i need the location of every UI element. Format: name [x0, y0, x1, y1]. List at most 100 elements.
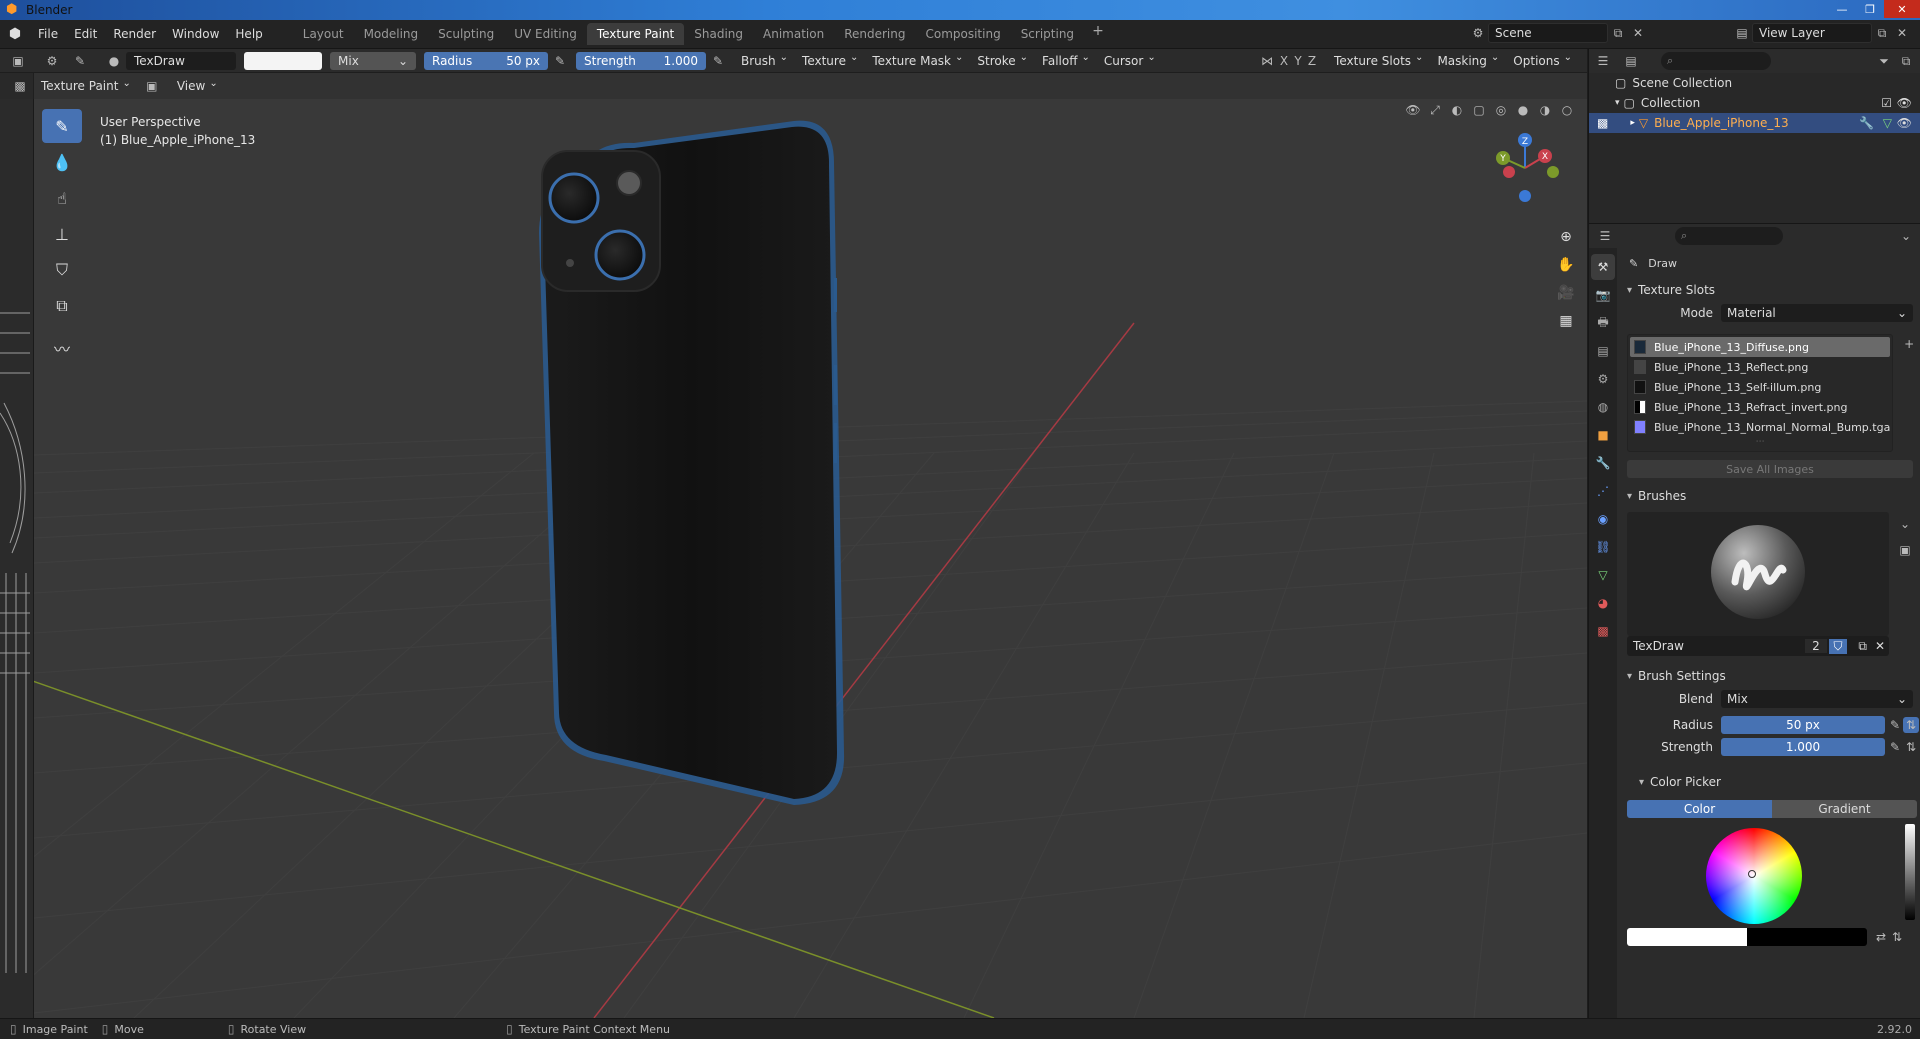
- add-slot-icon[interactable]: +: [1899, 334, 1919, 354]
- data-tab-icon[interactable]: ▽: [1591, 562, 1615, 588]
- expand-icon[interactable]: ▸: [1630, 118, 1635, 128]
- menu-help[interactable]: Help: [227, 23, 270, 45]
- remove-scene-icon[interactable]: ✕: [1628, 23, 1648, 43]
- minimize-icon[interactable]: —: [1828, 0, 1856, 18]
- radius-unified-icon[interactable]: ⇅: [1903, 717, 1919, 733]
- swap-colors-icon[interactable]: ⇄: [1873, 927, 1889, 947]
- wireframe-shading-icon[interactable]: ◎: [1491, 100, 1511, 120]
- properties-search[interactable]: ⌕: [1675, 227, 1783, 245]
- symmetry-y[interactable]: Y: [1291, 51, 1305, 71]
- save-all-images-button[interactable]: Save All Images: [1627, 460, 1913, 478]
- symmetry-x[interactable]: X: [1277, 51, 1291, 71]
- scene-icon[interactable]: ⚙: [1468, 23, 1488, 43]
- zoom-icon[interactable]: ⊕: [1553, 223, 1579, 251]
- properties-editor-icon[interactable]: ☰: [1595, 226, 1615, 246]
- stroke-dropdown[interactable]: Stroke: [970, 54, 1035, 68]
- tool-icon[interactable]: ⚙: [42, 51, 62, 71]
- strength-pressure-icon[interactable]: ✎: [1887, 737, 1903, 757]
- annotate-tool-icon[interactable]: 〰: [42, 331, 82, 365]
- color-wheel[interactable]: [1706, 828, 1802, 924]
- tab-uv-editing[interactable]: UV Editing: [504, 23, 587, 45]
- brush-preview[interactable]: [1627, 512, 1889, 636]
- new-scene-icon[interactable]: ⧉: [1608, 23, 1628, 43]
- viewport-canvas[interactable]: User Perspective (1) Blue_Apple_iPhone_1…: [34, 73, 1587, 1018]
- texture-slots-dropdown[interactable]: Texture Slots: [1327, 54, 1430, 68]
- brush-tool-icon[interactable]: ✎: [70, 51, 90, 71]
- texture-mask-dropdown[interactable]: Texture Mask: [865, 54, 970, 68]
- brush-datablock-field[interactable]: TexDraw 2 ⛉ ⧉ ✕: [1627, 636, 1889, 656]
- outliner-scene-collection[interactable]: ▢ Scene Collection: [1589, 73, 1920, 93]
- view-layer-field[interactable]: View Layer: [1752, 23, 1872, 43]
- tab-modeling[interactable]: Modeling: [354, 23, 429, 45]
- clone-tool-icon[interactable]: ⊥: [42, 217, 82, 251]
- strength-unified-icon[interactable]: ⇅: [1903, 737, 1919, 757]
- cursor-dropdown[interactable]: Cursor: [1097, 54, 1163, 68]
- gizmo-toggle-icon[interactable]: ⤢: [1425, 100, 1445, 120]
- visibility-eye-icon[interactable]: 👁: [1897, 96, 1912, 110]
- unified-color-icon[interactable]: ⇅: [1889, 927, 1905, 947]
- radius-slider[interactable]: Radius 50 px: [424, 51, 548, 70]
- tab-shading[interactable]: Shading: [684, 23, 753, 45]
- navigation-gizmo[interactable]: Z X Y: [1487, 128, 1567, 208]
- view-layer-tab-icon[interactable]: ▤: [1591, 338, 1615, 364]
- mode-dropdown[interactable]: Material ⌄: [1721, 304, 1913, 322]
- soften-tool-icon[interactable]: 💧: [42, 145, 82, 179]
- tab-texture-paint[interactable]: Texture Paint: [586, 23, 685, 45]
- unlink-brush-icon[interactable]: ✕: [1875, 639, 1885, 653]
- display-mode-icon[interactable]: ▤: [1621, 51, 1641, 71]
- remove-view-layer-icon[interactable]: ✕: [1892, 23, 1912, 43]
- particles-tab-icon[interactable]: ⋰: [1591, 478, 1615, 504]
- restore-icon[interactable]: ❐: [1856, 0, 1884, 18]
- texture-slot-item[interactable]: Blue_iPhone_13_Refract_invert.png: [1630, 397, 1890, 417]
- tab-sculpting[interactable]: Sculpting: [428, 23, 504, 45]
- filter-icon[interactable]: ⏷: [1874, 51, 1894, 71]
- list-resize-handle[interactable]: ⋯: [1630, 437, 1890, 449]
- color-wheel-cursor[interactable]: [1748, 870, 1756, 878]
- mode-dropdown[interactable]: Texture Paint: [34, 79, 138, 93]
- rendered-shading-icon[interactable]: ○: [1557, 100, 1577, 120]
- brush-name-field[interactable]: TexDraw: [126, 51, 236, 70]
- editor-type-icon[interactable]: ▣: [8, 51, 28, 71]
- new-collection-icon[interactable]: ⧉: [1896, 51, 1916, 71]
- texture-slot-item[interactable]: Blue_iPhone_13_Diffuse.png: [1630, 337, 1891, 357]
- texture-slot-item[interactable]: Blue_iPhone_13_Reflect.png: [1630, 357, 1890, 377]
- strength-field[interactable]: 1.000: [1721, 738, 1885, 756]
- blend-dropdown[interactable]: Mix ⌄: [1721, 690, 1913, 708]
- modifier-icon[interactable]: 🔧: [1859, 116, 1874, 130]
- solid-shading-icon[interactable]: ●: [1513, 100, 1533, 120]
- masking-dropdown[interactable]: Masking: [1430, 54, 1506, 68]
- camera-icon[interactable]: 🎥: [1553, 279, 1579, 307]
- brush-users-count[interactable]: 2: [1805, 639, 1827, 653]
- tab-animation[interactable]: Animation: [753, 23, 834, 45]
- modifier-tab-icon[interactable]: 🔧: [1591, 450, 1615, 476]
- overlays-icon[interactable]: ◐: [1447, 100, 1467, 120]
- mask-tool-icon[interactable]: ⧉: [42, 289, 82, 323]
- texture-slots-panel-header[interactable]: Texture Slots: [1621, 278, 1919, 302]
- tab-layout[interactable]: Layout: [293, 23, 354, 45]
- draw-tool-icon[interactable]: ✎: [42, 109, 82, 143]
- close-icon[interactable]: ✕: [1884, 0, 1920, 18]
- outliner-object-row[interactable]: ▩ ▸ ▽ Blue_Apple_iPhone_13 🔧 ▽ 👁: [1589, 113, 1920, 133]
- visibility-icon[interactable]: 👁: [1403, 100, 1423, 120]
- strength-pressure-icon[interactable]: ✎: [708, 51, 728, 71]
- primary-color-swatch[interactable]: [1627, 928, 1747, 946]
- constraints-tab-icon[interactable]: ⛓: [1591, 534, 1615, 560]
- brushes-panel-header[interactable]: Brushes: [1621, 484, 1919, 508]
- brush-dropdown[interactable]: Brush: [734, 54, 795, 68]
- smear-tool-icon[interactable]: ☝: [42, 181, 82, 215]
- physics-tab-icon[interactable]: ◉: [1591, 506, 1615, 532]
- visibility-eye-icon[interactable]: 👁: [1897, 116, 1912, 130]
- object-tab-icon[interactable]: ■: [1591, 422, 1615, 448]
- texture-slot-item[interactable]: Blue_iPhone_13_Normal_Normal_Bump.tga: [1630, 417, 1890, 437]
- color-picker-panel-header[interactable]: Color Picker: [1621, 770, 1919, 794]
- expand-icon[interactable]: ▾: [1615, 98, 1620, 108]
- brush-color-swatch[interactable]: [244, 51, 322, 70]
- texture-slot-item[interactable]: Blue_iPhone_13_Self-illum.png: [1630, 377, 1890, 397]
- symmetry-z[interactable]: Z: [1305, 51, 1319, 71]
- secondary-color-swatch[interactable]: [1747, 928, 1867, 946]
- iphone-model[interactable]: [539, 120, 845, 806]
- texture-dropdown[interactable]: Texture: [795, 54, 865, 68]
- pan-hand-icon[interactable]: ✋: [1553, 251, 1579, 279]
- paint-mode-indicator-icon[interactable]: ▩: [1597, 116, 1608, 130]
- scene-tab-icon[interactable]: ⚙: [1591, 366, 1615, 392]
